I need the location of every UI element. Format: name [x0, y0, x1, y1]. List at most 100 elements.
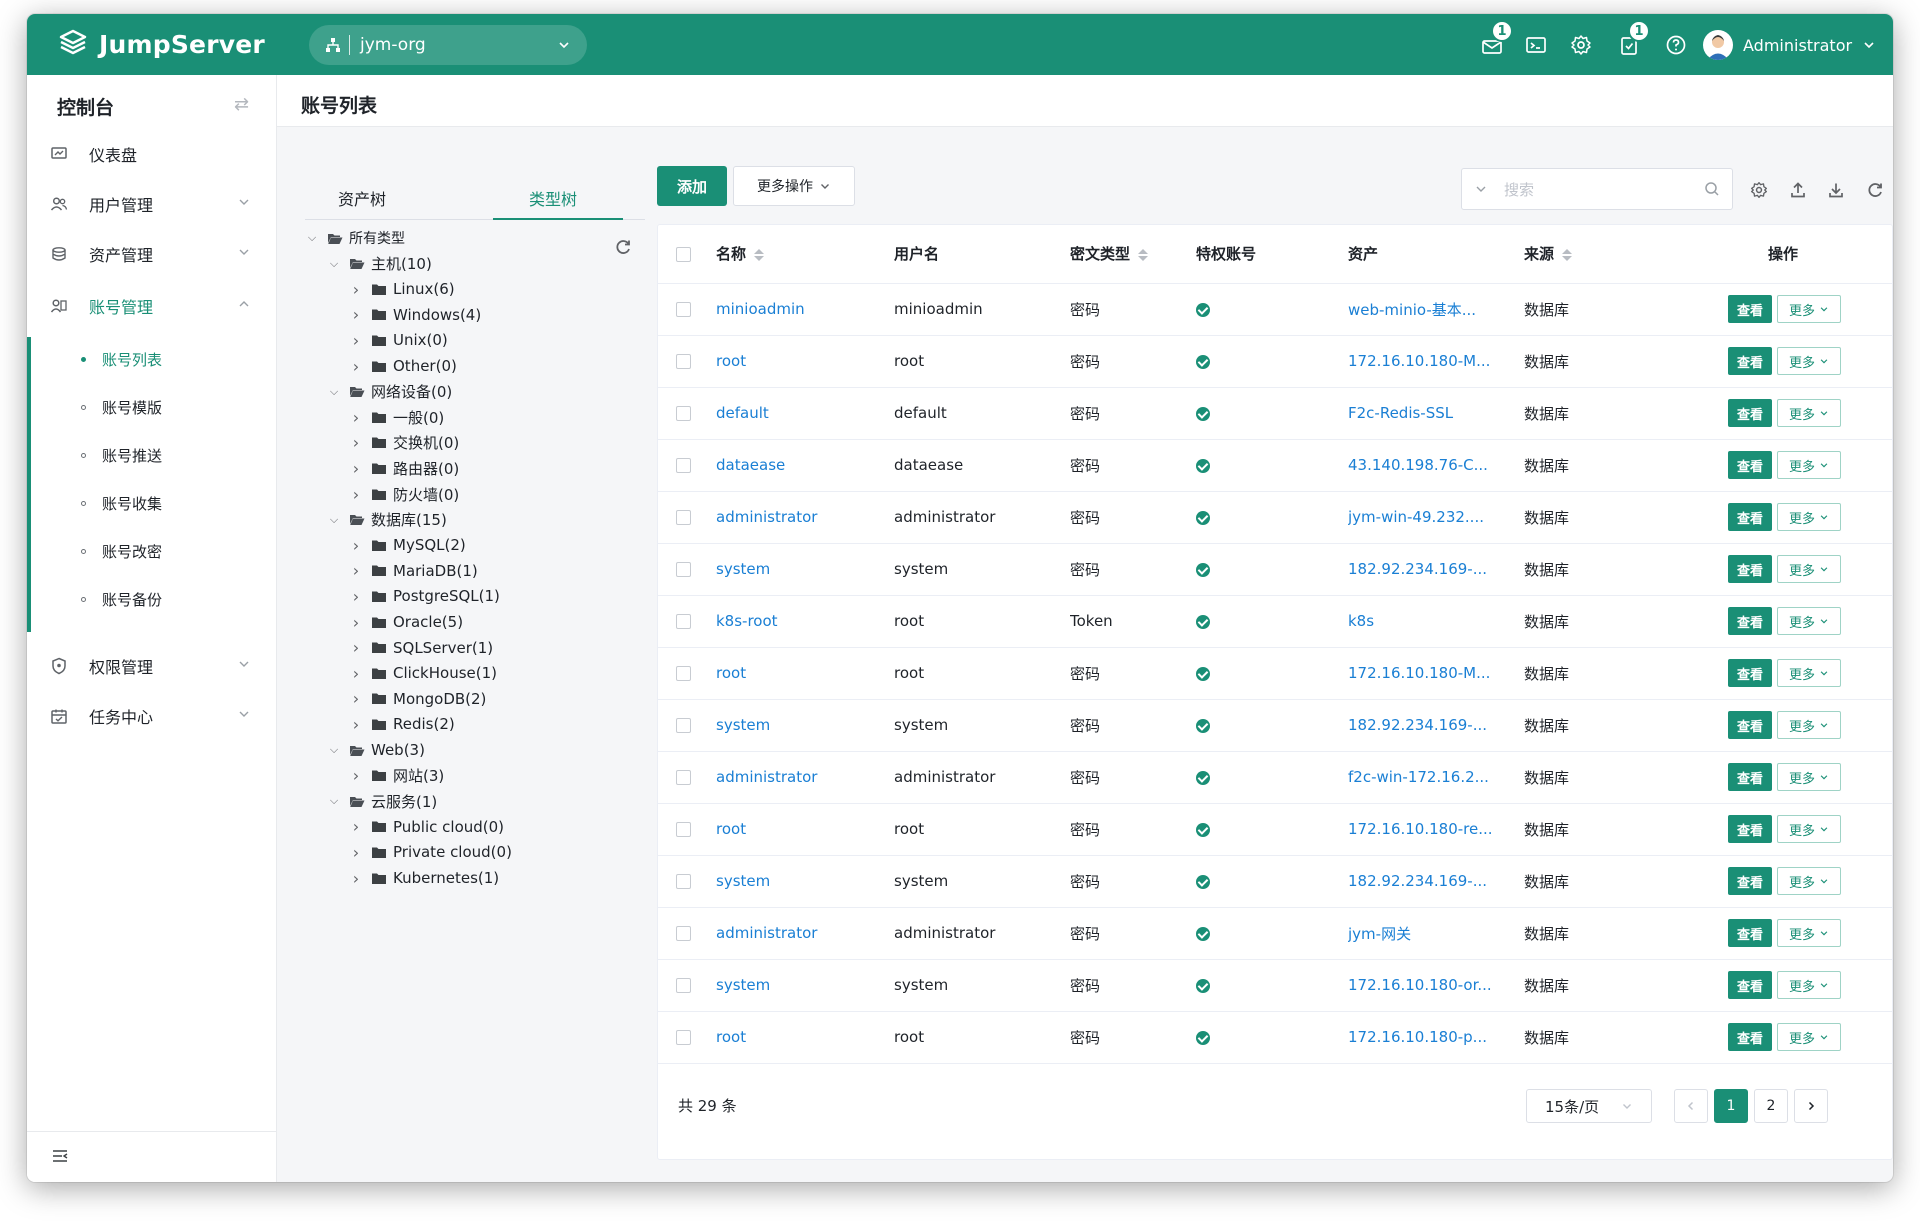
sidebar-item-accounts[interactable]: 账号管理	[27, 281, 277, 331]
row-checkbox[interactable]	[676, 718, 691, 733]
account-name-link[interactable]: root	[716, 352, 746, 370]
sidebar-item-assets[interactable]: 资产管理	[27, 229, 277, 279]
asset-link[interactable]: jym-网关	[1348, 925, 1411, 943]
account-name-link[interactable]: default	[716, 404, 769, 422]
tree-node[interactable]: › 交换机(0)	[349, 432, 459, 454]
caret-right-icon[interactable]: ›	[349, 766, 363, 785]
tree-node[interactable]: › MySQL(2)	[349, 534, 466, 556]
row-checkbox[interactable]	[676, 458, 691, 473]
caret-down-icon[interactable]: ⌵	[327, 743, 341, 757]
export-button[interactable]	[1826, 180, 1846, 200]
tree-node[interactable]: › MongoDB(2)	[349, 688, 487, 710]
sidebar-item-permissions[interactable]: 权限管理	[27, 641, 277, 691]
caret-right-icon[interactable]: ›	[349, 280, 363, 299]
column-settings-button[interactable]	[1749, 180, 1769, 200]
tree-node[interactable]: › Private cloud(0)	[349, 841, 512, 863]
search-icon[interactable]	[1704, 181, 1720, 197]
asset-link[interactable]: web-minio-基本...	[1348, 301, 1476, 319]
tree-node[interactable]: ⌵ 所有类型	[305, 227, 405, 249]
tab-type-tree[interactable]: 类型树	[529, 186, 577, 210]
account-name-link[interactable]: administrator	[716, 508, 817, 526]
row-more-button[interactable]: 更多	[1777, 659, 1841, 687]
page-2-button[interactable]: 2	[1754, 1089, 1788, 1123]
row-checkbox[interactable]	[676, 822, 691, 837]
caret-right-icon[interactable]: ›	[349, 561, 363, 580]
view-button[interactable]: 查看	[1728, 451, 1772, 479]
view-button[interactable]: 查看	[1728, 555, 1772, 583]
web-terminal-button[interactable]	[1523, 32, 1549, 58]
caret-down-icon[interactable]: ⌵	[327, 385, 341, 399]
sort-icon[interactable]	[1562, 248, 1573, 261]
view-button[interactable]: 查看	[1728, 347, 1772, 375]
row-more-button[interactable]: 更多	[1777, 867, 1841, 895]
table-row[interactable]: root root 密码 172.16.10.180-p... 数据库 查看 更多	[658, 1011, 1893, 1064]
tree-node[interactable]: ⌵ Web(3)	[327, 739, 425, 761]
collapse-menu-icon[interactable]	[51, 1148, 69, 1164]
row-more-button[interactable]: 更多	[1777, 971, 1841, 999]
asset-link[interactable]: 182.92.234.169-...	[1348, 716, 1487, 734]
view-button[interactable]: 查看	[1728, 1023, 1772, 1051]
account-name-link[interactable]: root	[716, 1028, 746, 1046]
asset-link[interactable]: k8s	[1348, 612, 1374, 630]
row-checkbox[interactable]	[676, 614, 691, 629]
select-all-checkbox[interactable]	[676, 246, 691, 262]
account-name-link[interactable]: system	[716, 976, 770, 994]
account-name-link[interactable]: minioadmin	[716, 300, 805, 318]
account-name-link[interactable]: k8s-root	[716, 612, 778, 630]
account-name-link[interactable]: administrator	[716, 924, 817, 942]
caret-right-icon[interactable]: ›	[349, 843, 363, 862]
row-more-button[interactable]: 更多	[1777, 1023, 1841, 1051]
view-button[interactable]: 查看	[1728, 295, 1772, 323]
caret-right-icon[interactable]: ›	[349, 689, 363, 708]
account-name-link[interactable]: root	[716, 820, 746, 838]
tree-node[interactable]: › 防火墙(0)	[349, 483, 459, 505]
account-name-link[interactable]: root	[716, 664, 746, 682]
more-actions-button[interactable]: 更多操作	[733, 166, 855, 206]
row-more-button[interactable]: 更多	[1777, 815, 1841, 843]
tree-node[interactable]: › Redis(2)	[349, 713, 455, 735]
table-row[interactable]: system system 密码 182.92.234.169-... 数据库 查看 更多	[658, 855, 1893, 908]
next-page-button[interactable]	[1794, 1089, 1828, 1123]
row-more-button[interactable]: 更多	[1777, 295, 1841, 323]
tree-node[interactable]: › 路由器(0)	[349, 457, 459, 479]
sidebar-sub-account-list[interactable]: 账号列表	[81, 339, 277, 379]
tree-node[interactable]: › Windows(4)	[349, 304, 481, 326]
sidebar-item-tasks[interactable]: 任务中心	[27, 691, 277, 741]
tree-node[interactable]: › Other(0)	[349, 355, 457, 377]
row-checkbox[interactable]	[676, 302, 691, 317]
caret-right-icon[interactable]: ›	[349, 433, 363, 452]
row-more-button[interactable]: 更多	[1777, 503, 1841, 531]
sidebar-sub-account-collect[interactable]: 账号收集	[81, 483, 277, 523]
tree-node[interactable]: › MariaDB(1)	[349, 560, 478, 582]
view-button[interactable]: 查看	[1728, 919, 1772, 947]
view-button[interactable]: 查看	[1728, 503, 1772, 531]
view-button[interactable]: 查看	[1728, 971, 1772, 999]
asset-link[interactable]: 172.16.10.180-or...	[1348, 976, 1492, 994]
view-button[interactable]: 查看	[1728, 867, 1772, 895]
account-name-link[interactable]: dataease	[716, 456, 785, 474]
row-more-button[interactable]: 更多	[1777, 711, 1841, 739]
tree-node[interactable]: ⌵ 云服务(1)	[327, 790, 437, 812]
view-button[interactable]: 查看	[1728, 763, 1772, 791]
caret-right-icon[interactable]: ›	[349, 331, 363, 350]
asset-link[interactable]: 182.92.234.169-...	[1348, 872, 1487, 890]
row-more-button[interactable]: 更多	[1777, 451, 1841, 479]
settings-button[interactable]	[1568, 32, 1594, 58]
org-selector[interactable]: jym-org	[309, 25, 587, 65]
tree-node[interactable]: › SQLServer(1)	[349, 637, 493, 659]
row-checkbox[interactable]	[676, 510, 691, 525]
tree-node[interactable]: › 一般(0)	[349, 406, 444, 428]
caret-down-icon[interactable]: ⌵	[327, 513, 341, 527]
table-row[interactable]: system system 密码 172.16.10.180-or... 数据库 查看 更多	[658, 959, 1893, 1012]
help-button[interactable]	[1663, 32, 1689, 58]
tab-asset-tree[interactable]: 资产树	[338, 186, 386, 210]
page-size-select[interactable]: 15条/页	[1526, 1089, 1652, 1123]
table-row[interactable]: root root 密码 172.16.10.180-M... 数据库 查看 更多	[658, 647, 1893, 700]
caret-right-icon[interactable]: ›	[349, 664, 363, 683]
row-checkbox[interactable]	[676, 770, 691, 785]
column-header-name[interactable]: 名称	[716, 245, 746, 263]
caret-right-icon[interactable]: ›	[349, 357, 363, 376]
view-button[interactable]: 查看	[1728, 659, 1772, 687]
view-button[interactable]: 查看	[1728, 607, 1772, 635]
caret-right-icon[interactable]: ›	[349, 817, 363, 836]
